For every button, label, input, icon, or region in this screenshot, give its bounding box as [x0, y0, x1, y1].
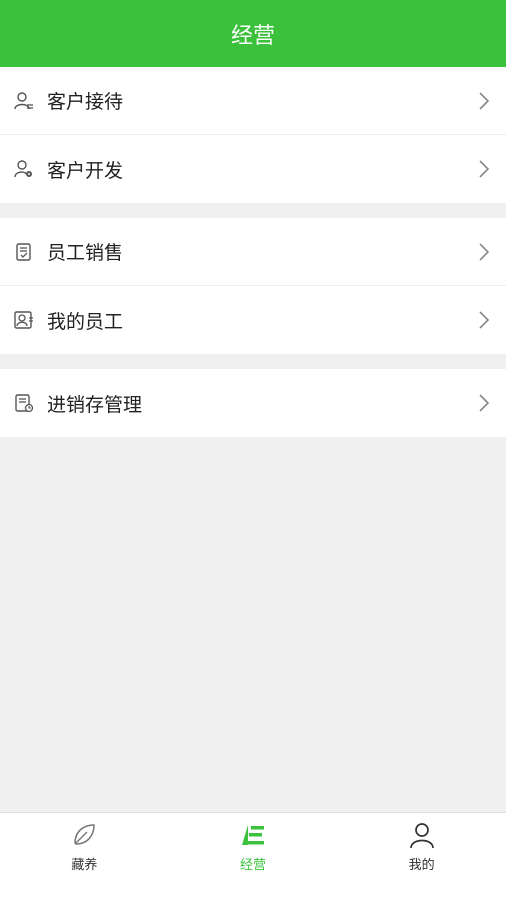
chevron-right-icon [479, 91, 490, 110]
chevron-right-icon [479, 311, 490, 329]
menu-item-label: 客户接待 [47, 91, 124, 113]
menu-item-staff-sales[interactable]: 员工销售 [0, 218, 506, 286]
page-header: 经营 [0, 0, 506, 67]
my-staff-icon [14, 311, 33, 329]
chevron-right-icon [479, 394, 490, 412]
page-title: 经营 [230, 23, 275, 49]
menu-item-customer-development[interactable]: 客户开发 [0, 135, 506, 203]
tab-mine[interactable]: 我的 [337, 813, 506, 900]
menu-item-label: 客户开发 [47, 159, 124, 182]
person-icon [409, 823, 434, 849]
menu-item-inventory-management[interactable]: 进销存管理 [0, 369, 506, 437]
menu-group-customers: 客户接待 客户开发 [0, 67, 506, 203]
menu-group-inventory: 进销存管理 [0, 369, 506, 437]
chevron-right-icon [479, 242, 490, 261]
tab-label: 藏养 [71, 858, 98, 873]
staff-sales-icon [16, 242, 31, 261]
menu-item-label: 我的员工 [47, 310, 124, 333]
menu-item-label: 进销存管理 [47, 393, 143, 416]
inventory-management-icon [15, 394, 34, 413]
menu-item-my-staff[interactable]: 我的员工 [0, 286, 506, 354]
tab-business[interactable]: 经营 [169, 813, 338, 900]
bottom-tab-bar: 藏养 经营 我的 [0, 812, 506, 900]
tab-care[interactable]: 藏养 [0, 813, 169, 900]
tab-label: 经营 [240, 858, 267, 873]
customer-reception-icon [14, 91, 33, 109]
tab-label: 我的 [408, 858, 435, 873]
chevron-right-icon [479, 160, 490, 178]
customer-development-icon [14, 160, 32, 178]
business-icon [242, 825, 264, 845]
menu-group-staff: 员工销售 我的员工 [0, 218, 506, 354]
menu-item-customer-reception[interactable]: 客户接待 [0, 67, 506, 135]
leaf-icon [74, 824, 96, 845]
menu-item-label: 员工销售 [47, 242, 124, 264]
